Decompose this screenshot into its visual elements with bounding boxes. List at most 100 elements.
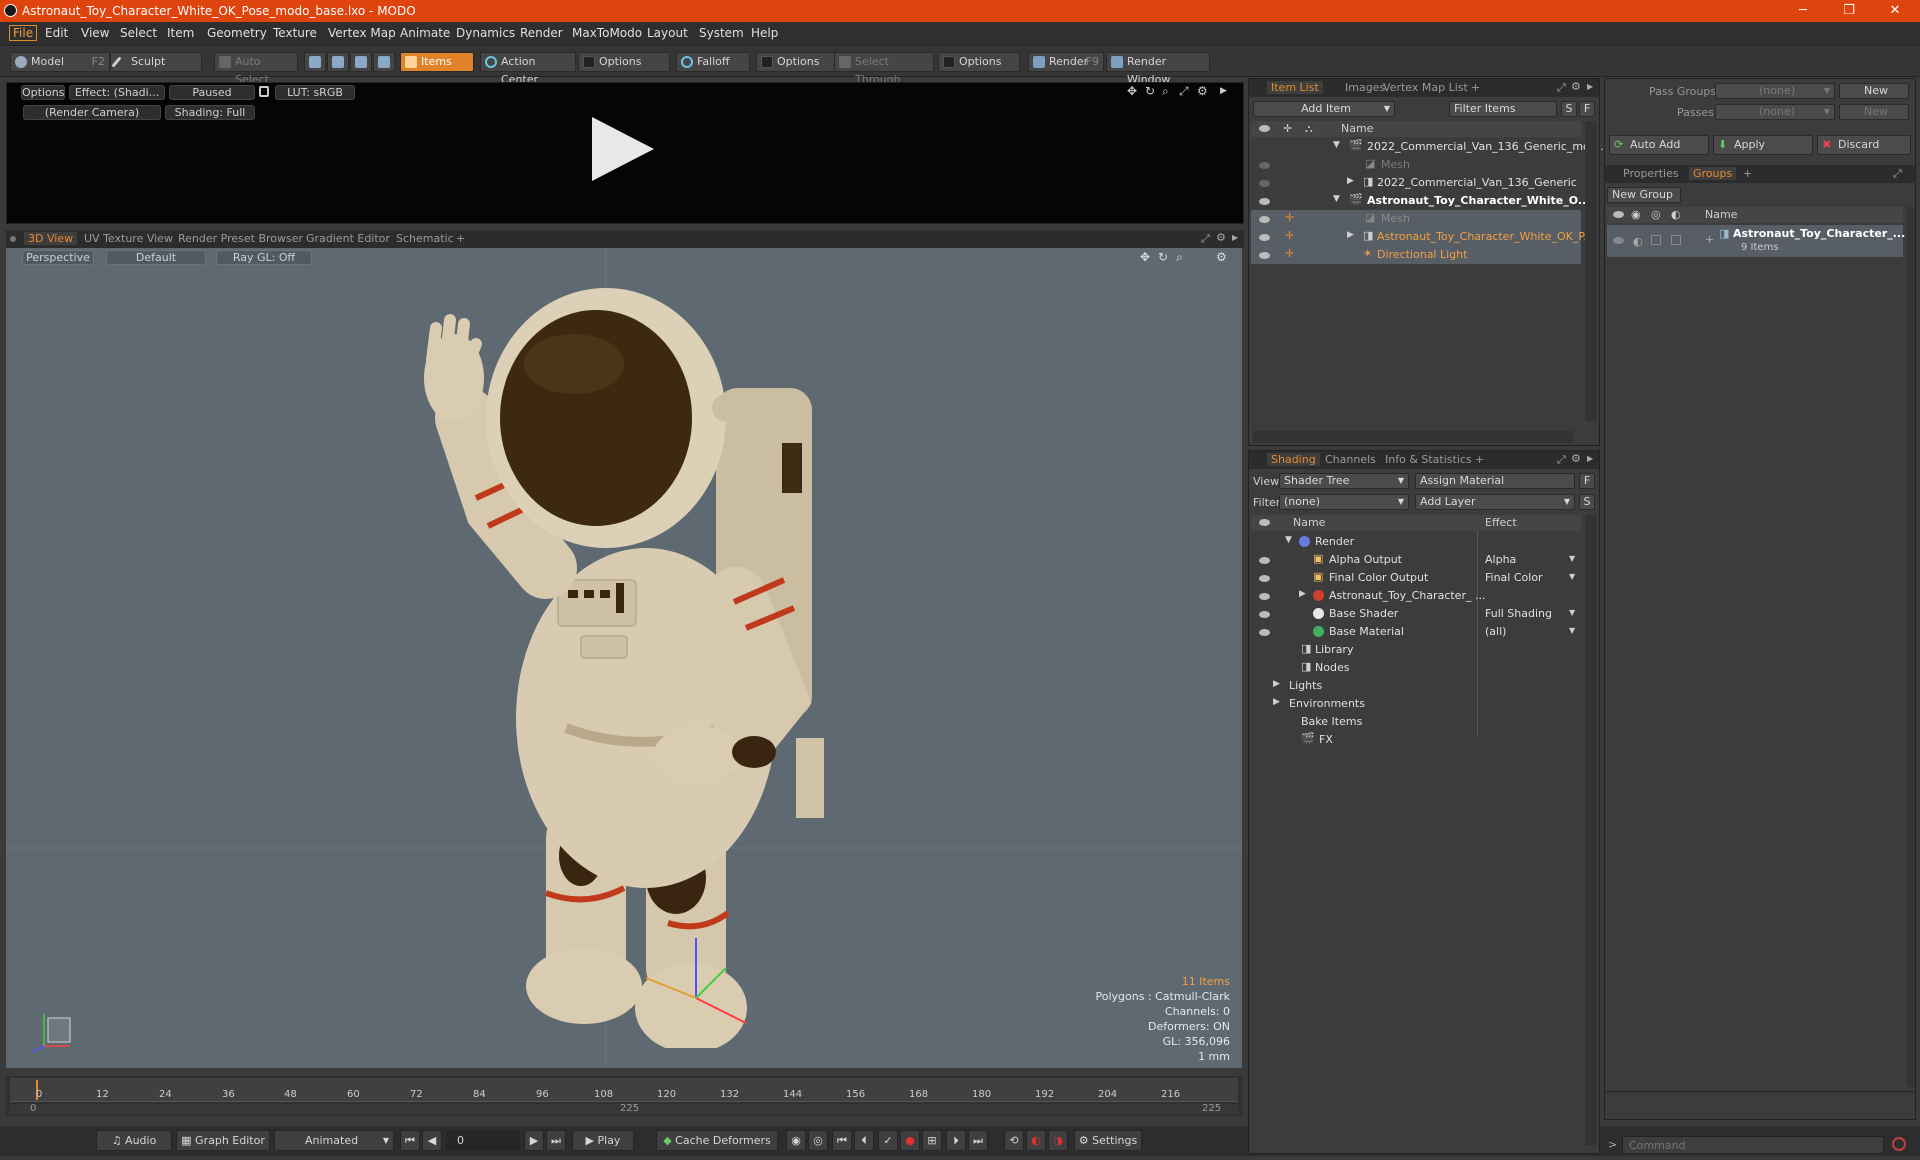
maximize-button[interactable]: ❐ xyxy=(1826,0,1872,22)
group-row[interactable]: ◐ + ◨ Astronaut_Toy_Character_... 9 Item… xyxy=(1607,225,1905,257)
passes-dropdown[interactable]: (none) ▼ xyxy=(1715,104,1835,120)
gear-icon[interactable]: ⚙ xyxy=(1571,452,1581,465)
lock-checkbox-icon[interactable] xyxy=(1651,235,1661,245)
item-row[interactable]: ▶ ◨ 2022_Commercial_Van_136_Generic xyxy=(1251,174,1581,192)
menu-help[interactable]: Help xyxy=(748,26,781,40)
expand-down-icon[interactable]: ▼ xyxy=(1333,140,1340,150)
minimize-button[interactable]: ─ xyxy=(1780,0,1826,22)
audio-button[interactable]: ♫ Audio xyxy=(96,1130,172,1151)
command-history-icon[interactable] xyxy=(1892,1137,1906,1151)
expand-right-icon[interactable]: ▶ xyxy=(1347,230,1354,240)
groups-scrollbar[interactable] xyxy=(1907,207,1915,1087)
visibility-icon[interactable] xyxy=(1259,611,1270,618)
key-options-button[interactable]: ◎ xyxy=(808,1130,828,1151)
view-dropdown[interactable]: Shader Tree ▼ xyxy=(1279,473,1409,489)
tab-properties[interactable]: Properties xyxy=(1623,167,1679,180)
discard-button[interactable]: ✖ Discard xyxy=(1817,135,1911,155)
f-toggle-button[interactable]: F xyxy=(1579,473,1595,489)
render-toggle-icon[interactable]: ◐ xyxy=(1633,235,1643,248)
action-center-button[interactable]: Action Center xyxy=(480,52,576,86)
falloff-options-button[interactable]: Options xyxy=(756,52,836,72)
visibility-icon[interactable] xyxy=(1259,593,1270,600)
shader-row-environments[interactable]: ▶ Environments xyxy=(1251,695,1581,713)
item-row[interactable]: ◪ Mesh xyxy=(1251,156,1581,174)
filter-items-field[interactable]: Filter Items xyxy=(1449,101,1557,117)
frame-field[interactable]: 0 xyxy=(446,1130,520,1151)
expand-right-icon[interactable]: ▶ xyxy=(1347,176,1354,186)
first-key-button[interactable]: ⏮ xyxy=(832,1130,852,1151)
maximize-icon[interactable]: ⤢ xyxy=(1557,81,1566,95)
preview-paused-button[interactable]: Paused xyxy=(169,85,255,100)
add-item-dropdown[interactable]: Add Item ▼ xyxy=(1253,101,1395,117)
visibility-icon[interactable] xyxy=(1259,575,1270,582)
preview-shading-dropdown[interactable]: Shading: Full xyxy=(165,105,255,120)
play-icon[interactable] xyxy=(592,117,654,181)
tab-schematic[interactable]: Schematic xyxy=(396,232,454,245)
expand-plus-icon[interactable]: + xyxy=(1705,233,1714,246)
item-row[interactable]: ▼ 🎬 Astronaut_Toy_Character_White_O... xyxy=(1251,192,1590,210)
arrow-right-icon[interactable]: ▶ xyxy=(1220,86,1227,96)
add-tab-button[interactable]: + xyxy=(456,232,465,245)
menu-maxtomodo[interactable]: MaxToModo xyxy=(569,26,645,40)
close-button[interactable]: ✕ xyxy=(1872,0,1918,22)
lock-icon[interactable]: ✛ xyxy=(1285,211,1294,224)
next-key-button[interactable]: ▶ xyxy=(524,1130,544,1151)
filter-toggle-button[interactable]: F xyxy=(1579,101,1595,117)
next-frame-button[interactable]: ⏵ xyxy=(946,1130,966,1151)
play-button[interactable]: ▶ Play xyxy=(572,1130,634,1151)
polygons-mode-button[interactable] xyxy=(350,52,372,72)
auto-key-button[interactable]: ◉ xyxy=(786,1130,806,1151)
arrow-right-icon[interactable]: ▶ xyxy=(1587,454,1593,463)
filter-dropdown[interactable]: (none) ▼ xyxy=(1279,494,1409,510)
menu-geometry[interactable]: Geometry xyxy=(204,26,270,40)
gear-icon[interactable]: ⚙ xyxy=(1197,84,1208,98)
render-button[interactable]: Render F9 xyxy=(1028,52,1104,72)
visibility-icon[interactable] xyxy=(1259,216,1270,223)
timeline[interactable]: 0 12 24 36 48 60 72 84 96 108 120 132 14… xyxy=(6,1076,1242,1116)
shader-row-material-group[interactable]: ▶ Astronaut_Toy_Character_ ... xyxy=(1251,587,1581,605)
go-start-button[interactable]: ⏮ xyxy=(400,1130,420,1151)
select-through-options-button[interactable]: Options xyxy=(938,52,1020,72)
falloff-button[interactable]: Falloff xyxy=(676,52,750,72)
preview-effect-dropdown[interactable]: Effect: (Shadi... xyxy=(69,85,165,100)
tab-channels[interactable]: Channels xyxy=(1325,453,1376,466)
pass-groups-dropdown[interactable]: (none) ▼ xyxy=(1715,83,1835,99)
menu-render[interactable]: Render xyxy=(517,26,566,40)
shader-row-alpha-output[interactable]: ▣ Alpha Output Alpha ▼ xyxy=(1251,551,1581,569)
visibility-icon[interactable] xyxy=(1259,180,1270,187)
expand-right-icon[interactable]: ▶ xyxy=(1273,679,1280,689)
assign-material-field[interactable]: Assign Material xyxy=(1415,473,1575,489)
new-pass-button[interactable]: New xyxy=(1839,104,1909,120)
arrow-right-icon[interactable]: ▶ xyxy=(1587,82,1593,91)
set-key-button[interactable]: ✓ xyxy=(878,1130,898,1151)
graph-editor-button[interactable]: ▦ Graph Editor xyxy=(176,1130,270,1151)
tab-gradient-editor[interactable]: Gradient Editor xyxy=(306,232,390,245)
shader-row-nodes[interactable]: ◨ Nodes xyxy=(1251,659,1581,677)
menu-edit[interactable]: Edit xyxy=(42,26,71,40)
item-list-scrollbar[interactable] xyxy=(1585,121,1597,421)
menu-system[interactable]: System xyxy=(696,26,747,40)
s-toggle-button[interactable]: S xyxy=(1579,494,1595,510)
cache-clear-button[interactable]: ◐ xyxy=(1026,1130,1046,1151)
auto-select-button[interactable]: Auto Select xyxy=(214,52,298,86)
visibility-icon[interactable] xyxy=(1259,629,1270,636)
model-mode-button[interactable]: Model F2 xyxy=(10,52,110,72)
shader-row-bake-items[interactable]: Bake Items xyxy=(1251,713,1581,731)
menu-file[interactable]: File xyxy=(9,25,38,41)
animated-dropdown[interactable]: Animated ▼ xyxy=(274,1130,394,1151)
lock-icon[interactable]: ✛ xyxy=(1285,229,1294,242)
zoom-icon[interactable]: ⌕ xyxy=(1162,84,1169,99)
key-all-button[interactable]: ⊞ xyxy=(922,1130,942,1151)
prev-frame-button[interactable]: ⏴ xyxy=(854,1130,874,1151)
settings-button[interactable]: ⚙ Settings xyxy=(1074,1130,1142,1151)
maximize-icon[interactable]: ⤢ xyxy=(1893,167,1902,181)
select-checkbox-icon[interactable] xyxy=(1671,235,1681,245)
move-icon[interactable]: ✥ xyxy=(1127,84,1137,98)
expand-right-icon[interactable]: ▶ xyxy=(1273,697,1280,707)
tab-item-list[interactable]: Item List xyxy=(1267,81,1323,94)
expand-down-icon[interactable]: ▼ xyxy=(1333,194,1340,204)
prev-key-button[interactable]: ◀ xyxy=(422,1130,442,1151)
visibility-icon[interactable] xyxy=(1259,557,1270,564)
preview-camera-dropdown[interactable]: (Render Camera) xyxy=(23,105,161,120)
select-through-button[interactable]: Select Through xyxy=(834,52,934,86)
